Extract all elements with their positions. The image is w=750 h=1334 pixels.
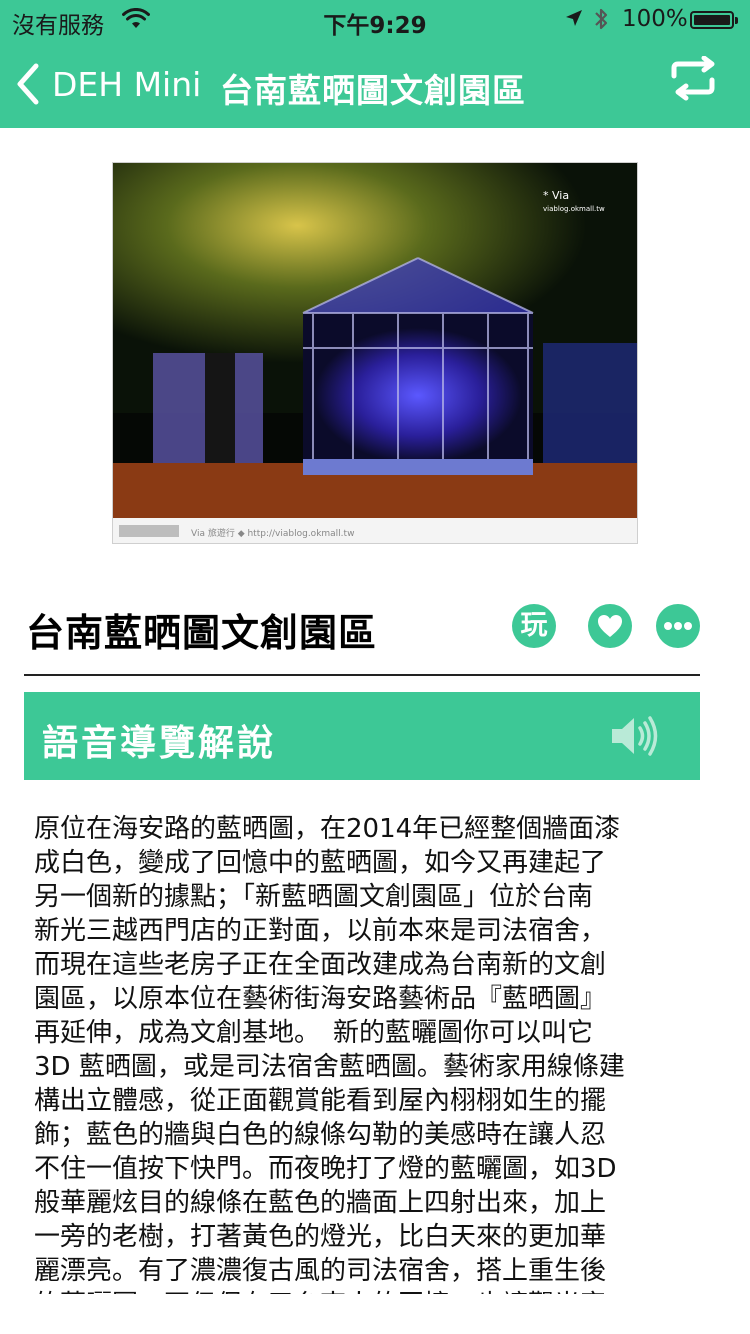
- battery-icon: [690, 11, 738, 29]
- photo-caption-strip: Via 旅遊行 ◆ http://viablog.okmall.tw: [191, 527, 354, 539]
- audio-guide-label: 語音導覽解說: [42, 723, 277, 764]
- battery-percent: 100%: [622, 6, 688, 32]
- back-label: DEH Mini: [52, 64, 202, 104]
- speaker-icon[interactable]: [608, 712, 660, 764]
- play-button[interactable]: 玩: [512, 604, 556, 648]
- place-photo: * Via viablog.okmall.tw Via 旅遊行 ◆ http:/…: [112, 162, 638, 544]
- place-title: 台南藍晒圖文創園區: [26, 611, 378, 655]
- description-scroll[interactable]: 原位在海安路的藍晒圖，在2014年已經整個牆面漆 成白色，變成了回憶中的藍晒圖，…: [34, 812, 684, 1294]
- switch-icon[interactable]: [666, 55, 720, 106]
- chevron-left-icon: [14, 62, 42, 106]
- back-button[interactable]: DEH Mini: [14, 62, 201, 106]
- bluetooth-icon: [592, 6, 610, 38]
- top-bar: 沒有服務 下午9:29 100% DEH Mini 台南藍晒圖文創園區: [0, 0, 750, 128]
- favorite-button[interactable]: [588, 604, 632, 648]
- more-button[interactable]: [656, 604, 700, 648]
- nav-title: 台南藍晒圖文創園區: [220, 71, 526, 110]
- place-description: 原位在海安路的藍晒圖，在2014年已經整個牆面漆 成白色，變成了回憶中的藍晒圖，…: [34, 814, 625, 1294]
- audio-guide-bar[interactable]: 語音導覽解說: [24, 692, 700, 780]
- status-bar: 沒有服務 下午9:29 100%: [0, 0, 750, 40]
- heart-icon: [598, 615, 622, 637]
- location-arrow-icon: [564, 8, 584, 34]
- photo-watermark: * Via: [543, 189, 569, 202]
- nav-bar: DEH Mini 台南藍晒圖文創園區: [0, 40, 750, 128]
- more-icon: [664, 622, 692, 630]
- title-divider: [24, 674, 700, 676]
- photo-watermark-url: viablog.okmall.tw: [543, 205, 605, 213]
